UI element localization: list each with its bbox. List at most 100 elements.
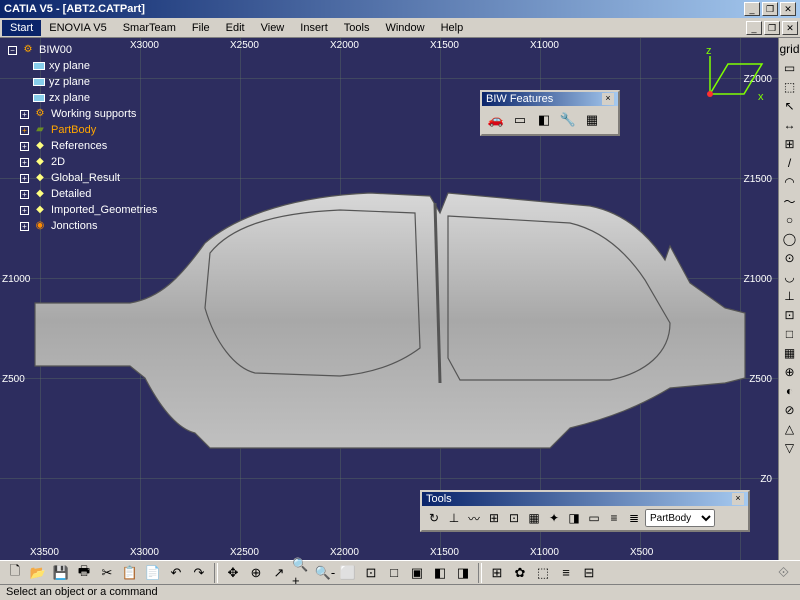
3d-viewport[interactable]: X3500 X3000 X2500 X2000 X1500 X1000 X500…	[0, 38, 778, 560]
tree-node[interactable]: xy plane	[18, 58, 159, 74]
menu-file[interactable]: File	[184, 20, 218, 36]
toolbar-button[interactable]: ▭	[781, 59, 799, 77]
toolbar-button[interactable]: ⊙	[781, 249, 799, 267]
toolbar-button[interactable]: ○	[781, 211, 799, 229]
tree-node[interactable]: +◆2D	[18, 154, 159, 170]
biw-features-panel[interactable]: BIW Features × 🚗▭◧🔧▦	[480, 90, 620, 136]
toolbar-button[interactable]: ～	[781, 192, 799, 210]
toolbar-button[interactable]: 📄	[142, 562, 164, 584]
toolbar-button[interactable]: ↷	[188, 562, 210, 584]
expand-icon[interactable]: +	[20, 174, 29, 183]
toolbar-button[interactable]: ◯	[781, 230, 799, 248]
expand-icon[interactable]: +	[20, 110, 29, 119]
menu-edit[interactable]: Edit	[218, 20, 253, 36]
menu-help[interactable]: Help	[433, 20, 472, 36]
toolbar-button[interactable]: ⊞	[485, 509, 503, 527]
toolbar-button[interactable]: ↻	[425, 509, 443, 527]
toolbar-button[interactable]: grid	[781, 40, 799, 58]
doc-close-button[interactable]: ✕	[782, 21, 798, 35]
menu-start[interactable]: Start	[2, 20, 41, 36]
toolbar-button[interactable]: ✿	[509, 562, 531, 584]
panel-close-icon[interactable]: ×	[602, 93, 614, 105]
toolbar-button[interactable]: △	[781, 420, 799, 438]
menu-enovia[interactable]: ENOVIA V5	[41, 20, 114, 36]
toolbar-button[interactable]: ⬚	[781, 78, 799, 96]
toolbar-button[interactable]: ▦	[581, 109, 603, 131]
toolbar-button[interactable]: ◐	[781, 382, 799, 400]
view-compass[interactable]: x z	[704, 44, 768, 108]
panel-close-icon[interactable]: ×	[732, 493, 744, 505]
tree-node[interactable]: +▰PartBody	[18, 122, 159, 138]
toolbar-button[interactable]: ≡	[555, 562, 577, 584]
expand-icon[interactable]: +	[20, 190, 29, 199]
expand-icon[interactable]: +	[20, 126, 29, 135]
toolbar-button[interactable]: ⊕	[245, 562, 267, 584]
toolbar-button[interactable]: ⊞	[486, 562, 508, 584]
toolbar-button[interactable]: ⬚	[532, 562, 554, 584]
toolbar-button[interactable]: ▭	[585, 509, 603, 527]
toolbar-button[interactable]: ▦	[781, 344, 799, 362]
tools-panel[interactable]: Tools × ↻⊥〰⊞⊡▦✦◨▭≡≣ PartBody	[420, 490, 750, 532]
tree-node[interactable]: zx plane	[18, 90, 159, 106]
toolbar-button[interactable]: 🔍+	[291, 562, 313, 584]
current-body-select[interactable]: PartBody	[645, 509, 715, 527]
tree-node[interactable]: +◆Detailed	[18, 186, 159, 202]
toolbar-button[interactable]: ◧	[533, 109, 555, 131]
menu-insert[interactable]: Insert	[292, 20, 336, 36]
doc-minimize-button[interactable]: _	[746, 21, 762, 35]
toolbar-button[interactable]: 🔧	[557, 109, 579, 131]
toolbar-button[interactable]: 🔍-	[314, 562, 336, 584]
toolbar-button[interactable]: ⬜	[337, 562, 359, 584]
toolbar-button[interactable]: ◧	[429, 562, 451, 584]
toolbar-button[interactable]: 🚗	[485, 109, 507, 131]
toolbar-button[interactable]: ↖	[781, 97, 799, 115]
toolbar-button[interactable]: ⊥	[445, 509, 463, 527]
close-button[interactable]: ✕	[780, 2, 796, 16]
minimize-button[interactable]: _	[744, 2, 760, 16]
toolbar-button[interactable]: 💾	[50, 562, 72, 584]
toolbar-button[interactable]: 〰	[465, 509, 483, 527]
expand-icon[interactable]: +	[20, 158, 29, 167]
toolbar-button[interactable]: ⊥	[781, 287, 799, 305]
toolbar-button[interactable]: ↔	[781, 116, 799, 134]
menu-window[interactable]: Window	[377, 20, 432, 36]
toolbar-button[interactable]: ≣	[625, 509, 643, 527]
toolbar-button[interactable]: 📋	[119, 562, 141, 584]
toolbar-button[interactable]: ◨	[452, 562, 474, 584]
toolbar-button[interactable]: □	[781, 325, 799, 343]
toolbar-button[interactable]: ◡	[781, 268, 799, 286]
toolbar-button[interactable]: ✥	[222, 562, 244, 584]
menu-tools[interactable]: Tools	[336, 20, 378, 36]
toolbar-button[interactable]: 📂	[27, 562, 49, 584]
toolbar-button[interactable]: 🖶	[73, 562, 95, 584]
tree-node[interactable]: +◆Imported_Geometries	[18, 202, 159, 218]
toolbar-button[interactable]: ⊡	[360, 562, 382, 584]
toolbar-button[interactable]: ▭	[509, 109, 531, 131]
toolbar-button[interactable]: ⊕	[781, 363, 799, 381]
tree-node[interactable]: +◆References	[18, 138, 159, 154]
expand-icon[interactable]: +	[20, 142, 29, 151]
tree-root[interactable]: − ⚙ BIW00	[6, 42, 159, 58]
toolbar-button[interactable]: 🗋	[4, 562, 26, 584]
tree-node[interactable]: +◉Jonctions	[18, 218, 159, 234]
toolbar-button[interactable]: ▦	[525, 509, 543, 527]
toolbar-button[interactable]: ↗	[268, 562, 290, 584]
toolbar-button[interactable]: ▣	[406, 562, 428, 584]
toolbar-button[interactable]: ▽	[781, 439, 799, 457]
menu-smarteam[interactable]: SmarTeam	[115, 20, 184, 36]
toolbar-button[interactable]: ⊘	[781, 401, 799, 419]
specification-tree[interactable]: − ⚙ BIW00 xy planeyz planezx plane+⚙Work…	[6, 42, 159, 234]
toolbar-button[interactable]: □	[383, 562, 405, 584]
doc-restore-button[interactable]: ❐	[764, 21, 780, 35]
toolbar-button[interactable]: ↶	[165, 562, 187, 584]
maximize-button[interactable]: ❐	[762, 2, 778, 16]
toolbar-button[interactable]: ◨	[565, 509, 583, 527]
tree-node[interactable]: +◆Global_Result	[18, 170, 159, 186]
toolbar-button[interactable]: ⊡	[505, 509, 523, 527]
expand-icon[interactable]: +	[20, 222, 29, 231]
toolbar-button[interactable]: ⊞	[781, 135, 799, 153]
tree-node[interactable]: +⚙Working supports	[18, 106, 159, 122]
toolbar-button[interactable]: ✂	[96, 562, 118, 584]
expand-icon[interactable]: +	[20, 206, 29, 215]
menu-view[interactable]: View	[253, 20, 293, 36]
